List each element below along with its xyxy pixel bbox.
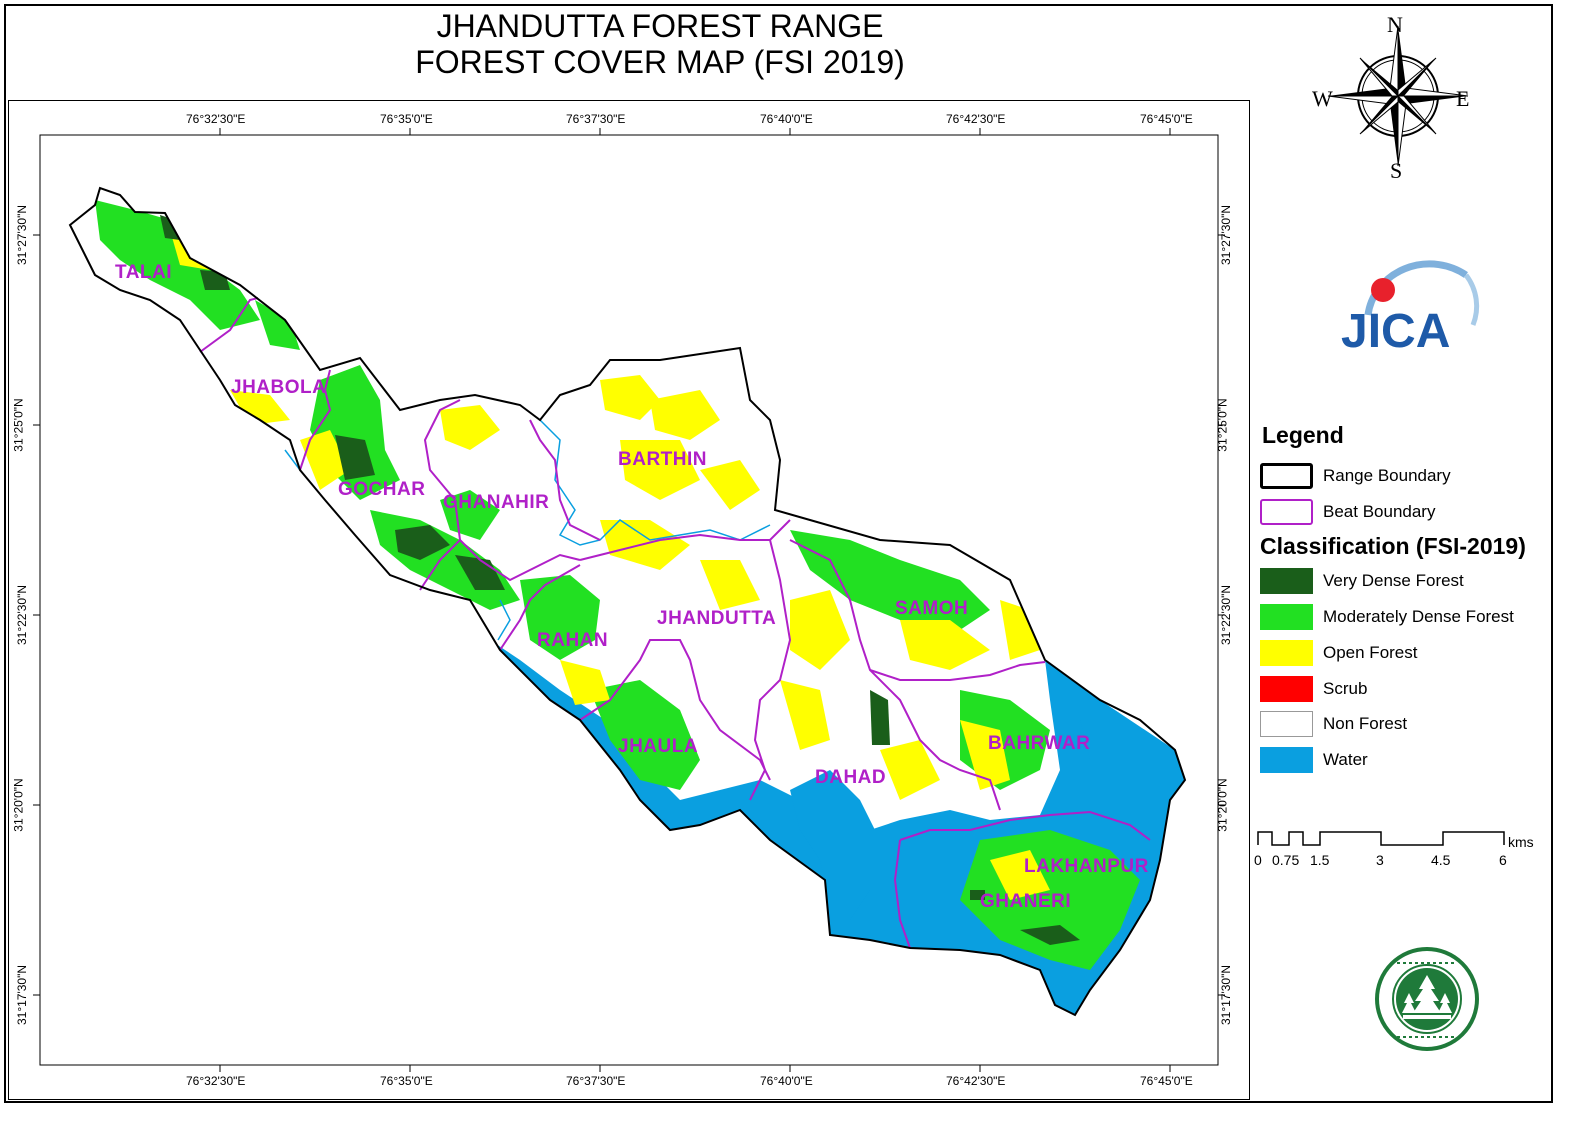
beat-label-jhabola: JHABOLA [231,377,327,398]
beat-label-lakhanpur: LAKHANPUR [1024,856,1149,877]
scale-label: 0.75 [1272,852,1300,868]
beat-label-barthin: BARTHIN [618,449,707,470]
legend-swatch [1260,640,1313,666]
legend-label: Open Forest [1323,643,1418,662]
scale-label: 1.5 [1310,852,1330,868]
scale-label: 0 [1254,852,1262,868]
classification-title: Classification (FSI-2019) [1260,533,1526,559]
beat-label-talai: TALAI [115,262,173,283]
legend-swatch [1260,711,1313,737]
scale-bar [1257,831,1505,846]
compass-east-label: E [1456,86,1470,111]
compass-south-label: S [1390,158,1403,183]
legend-label: Range Boundary [1323,466,1451,485]
legend-label: Non Forest [1323,714,1408,733]
legend-swatch [1260,747,1313,773]
beat-label-samoh: SAMOH [895,598,969,619]
legend-swatch [1260,568,1313,594]
beat-label-rahan: RAHAN [537,630,609,651]
jica-logo: JICA [1341,260,1480,358]
legend-swatch [1260,676,1313,702]
beat-label-ghanahir: GHANAHIR [443,492,550,513]
beat-label-dahad: DAHAD [815,767,887,788]
beat-label-bahrwar: BAHRWAR [988,733,1091,754]
legend-swatch [1260,499,1313,525]
legend-swatch [1260,604,1313,630]
beat-label-gochar: GOCHAR [338,479,426,500]
legend-swatch [1260,463,1313,489]
beat-label-ghaneri: GHANERI [980,891,1072,912]
legend-label: Scrub [1323,679,1368,698]
forest-cover-map [33,25,1505,1072]
scale-label: 4.5 [1431,852,1451,868]
legend-title: Legend [1262,422,1344,448]
forest-department-seal-icon [1375,947,1479,1051]
compass-west-label: W [1312,86,1333,111]
compass-rose-icon [1327,25,1469,167]
legend-label: Very Dense Forest [1323,571,1464,590]
scale-label: 3 [1376,852,1384,868]
beat-label-jhandutta: JHANDUTTA [657,608,777,629]
legend-label: Beat Boundary [1323,502,1436,521]
jica-wordmark: JICA [1341,305,1450,358]
compass-north-label: N [1387,12,1403,37]
scale-unit: kms [1508,834,1534,850]
legend-label: Water [1323,750,1368,769]
scale-label: 6 [1499,852,1507,868]
legend-label: Moderately Dense Forest [1323,607,1514,626]
beat-label-jhaula: JHAULA [618,736,699,757]
